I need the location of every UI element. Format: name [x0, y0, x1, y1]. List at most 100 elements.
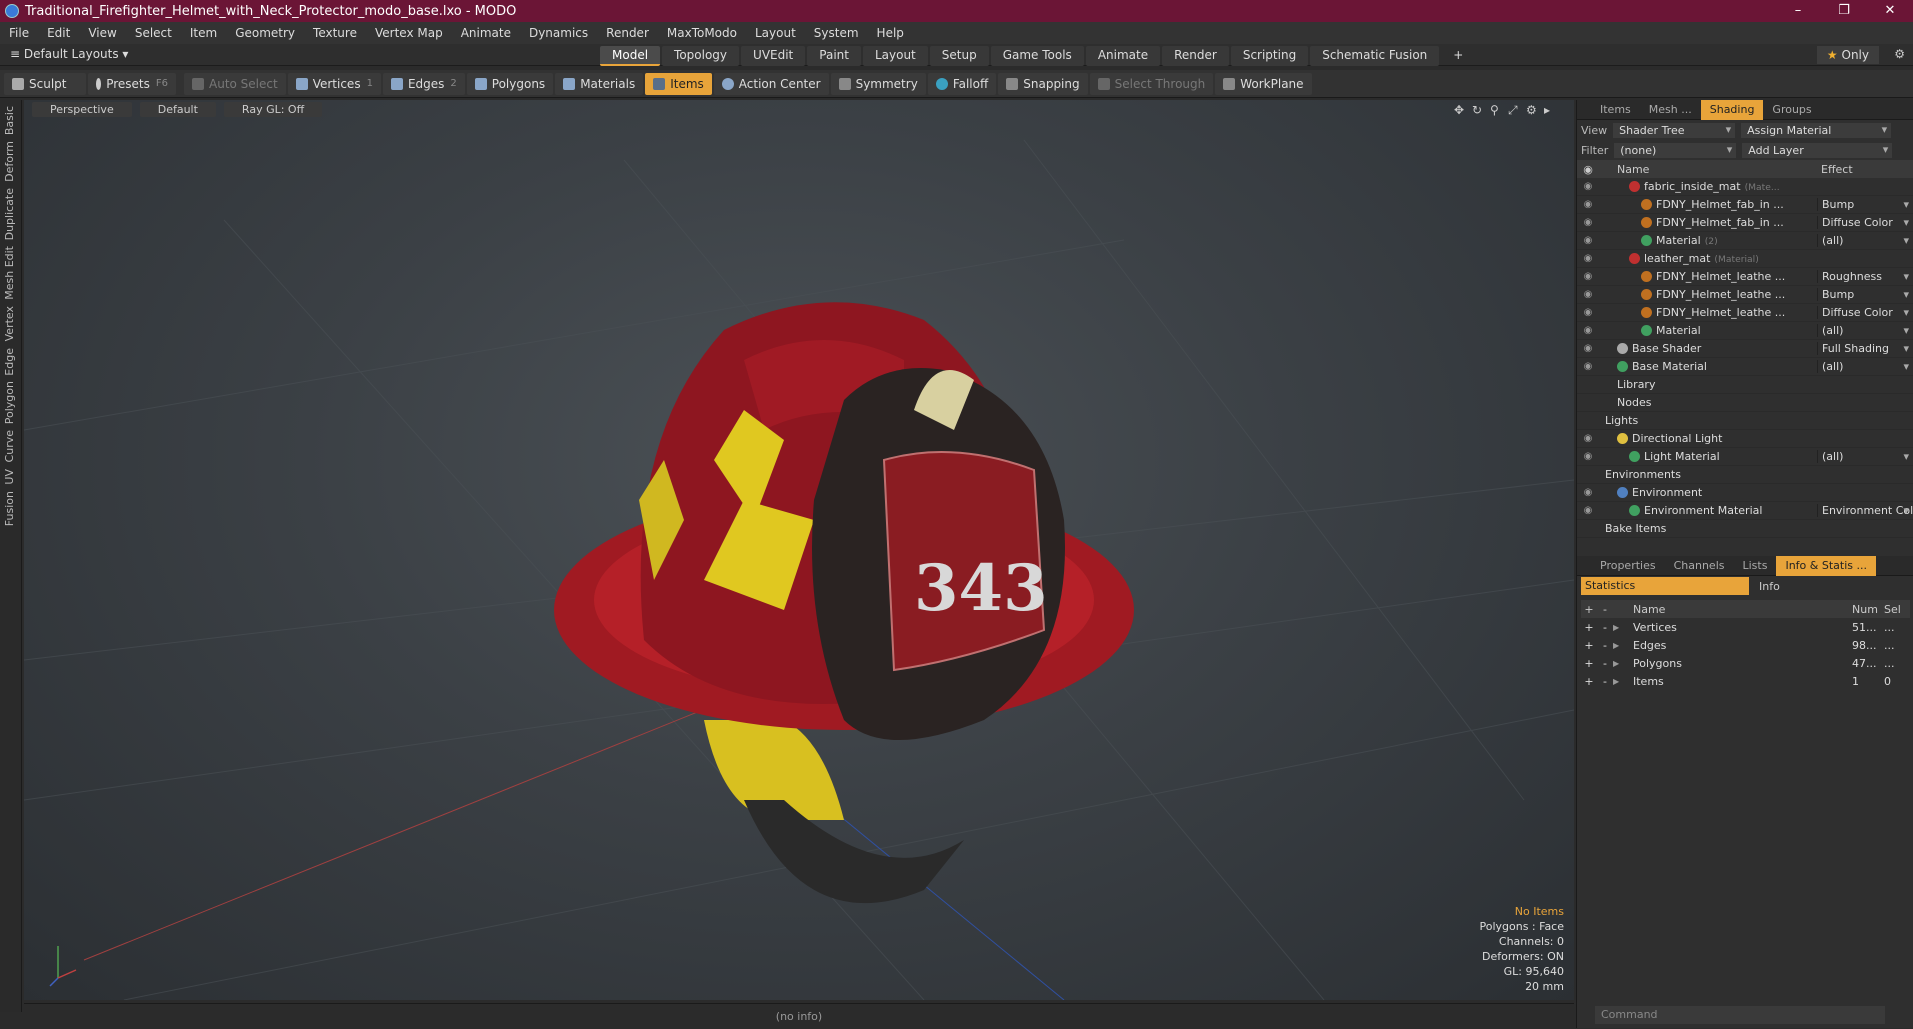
raygl-dropdown[interactable]: Ray GL: Off: [223, 102, 323, 117]
menu-edit[interactable]: Edit: [38, 26, 79, 40]
shader-tree-row[interactable]: ◉ FDNY_Helmet_fab_in ... Diffuse Color: [1577, 214, 1913, 232]
remove-icon[interactable]: -: [1597, 603, 1613, 616]
eye-icon[interactable]: ◉: [1577, 181, 1599, 192]
add-tab-icon[interactable]: +: [1441, 46, 1475, 66]
shader-tree-row[interactable]: ◉ Material (2) (all): [1577, 232, 1913, 250]
helmet-model[interactable]: 343: [554, 302, 1134, 904]
close-icon[interactable]: ✕: [1867, 0, 1913, 22]
tab-animate[interactable]: Animate: [1085, 46, 1161, 66]
symmetry-button[interactable]: Symmetry: [830, 72, 926, 95]
eye-icon[interactable]: ◉: [1577, 451, 1599, 462]
stat-row[interactable]: + - ▶ Vertices 51......: [1581, 618, 1910, 636]
menu-dynamics[interactable]: Dynamics: [520, 26, 597, 40]
remove-icon[interactable]: -: [1597, 657, 1613, 670]
remove-icon[interactable]: -: [1597, 621, 1613, 634]
shader-item-effect[interactable]: (all): [1817, 234, 1913, 247]
layouts-dropdown[interactable]: ≡ Default Layouts ▾: [10, 47, 128, 61]
eye-icon[interactable]: ◉: [1577, 343, 1599, 354]
left-tab-fusion[interactable]: Fusion: [3, 491, 16, 526]
eye-icon[interactable]: ◉: [1577, 289, 1599, 300]
menu-layout[interactable]: Layout: [746, 26, 805, 40]
add-layer-dropdown[interactable]: Add Layer: [1742, 142, 1893, 158]
assign-material-button[interactable]: Assign Material: [1741, 122, 1892, 138]
falloff-button[interactable]: Falloff: [927, 72, 997, 95]
menu-maxtomodo[interactable]: MaxToModo: [658, 26, 746, 40]
workplane-button[interactable]: WorkPlane: [1215, 72, 1312, 95]
stat-row[interactable]: + - ▶ Polygons 47......: [1581, 654, 1910, 672]
menu-select[interactable]: Select: [126, 26, 181, 40]
expand-arrow-icon[interactable]: ▶: [1613, 623, 1627, 632]
shader-item-effect[interactable]: Environment Col ...: [1817, 504, 1913, 517]
only-button[interactable]: ★ Only: [1816, 46, 1879, 64]
menu-item[interactable]: Item: [181, 26, 226, 40]
add-icon[interactable]: +: [1581, 621, 1597, 634]
left-tab-polygon[interactable]: Polygon: [3, 381, 16, 424]
menu-file[interactable]: File: [0, 26, 38, 40]
shading-tab-3[interactable]: Groups: [1763, 103, 1820, 116]
zoom-icon[interactable]: ⚲: [1490, 104, 1502, 116]
shader-tree-row[interactable]: ◉ Directional Light: [1577, 430, 1913, 448]
info-tab-0[interactable]: Properties: [1591, 559, 1665, 572]
shader-tree-row[interactable]: ◉ Light Material (all): [1577, 448, 1913, 466]
restore-icon[interactable]: ❐: [1821, 0, 1867, 22]
tab-schematic-fusion[interactable]: Schematic Fusion: [1310, 46, 1440, 66]
left-tab-deform[interactable]: Deform: [3, 141, 16, 182]
shader-tree-row[interactable]: ◉ Environment: [1577, 484, 1913, 502]
menu-animate[interactable]: Animate: [452, 26, 520, 40]
shader-tree-row[interactable]: ◉ leather_mat (Material): [1577, 250, 1913, 268]
shader-tree-row[interactable]: ◉ fabric_inside_mat (Mate...: [1577, 178, 1913, 196]
tab-paint[interactable]: Paint: [807, 46, 861, 66]
eye-icon[interactable]: ◉: [1577, 235, 1599, 246]
shading-tab-0[interactable]: Items: [1591, 103, 1640, 116]
shader-tree-row[interactable]: ◉ Environment Material Environment Col ...: [1577, 502, 1913, 520]
menu-render[interactable]: Render: [597, 26, 658, 40]
move-view-icon[interactable]: ✥: [1454, 104, 1466, 116]
menu-view[interactable]: View: [79, 26, 125, 40]
shader-item-effect[interactable]: Roughness: [1817, 270, 1913, 283]
info-tab-1[interactable]: Channels: [1665, 559, 1734, 572]
info-tab-2[interactable]: Lists: [1734, 559, 1777, 572]
shader-item-effect[interactable]: Full Shading: [1817, 342, 1913, 355]
shader-item-effect[interactable]: Bump: [1817, 198, 1913, 211]
auto-select-button[interactable]: Auto Select: [184, 72, 286, 95]
name-column-header[interactable]: Name: [1599, 163, 1817, 176]
menu-texture[interactable]: Texture: [304, 26, 366, 40]
settings-icon[interactable]: ⚙: [1526, 104, 1538, 116]
add-icon[interactable]: +: [1581, 657, 1597, 670]
tab-render[interactable]: Render: [1162, 46, 1229, 66]
vertices-button[interactable]: Vertices 1: [287, 72, 381, 95]
effect-column-header[interactable]: Effect: [1817, 163, 1913, 176]
left-tab-edge[interactable]: Edge: [3, 348, 16, 376]
shader-item-effect[interactable]: Diffuse Color: [1817, 306, 1913, 319]
gear-icon[interactable]: ⚙: [1894, 47, 1905, 61]
remove-icon[interactable]: -: [1597, 639, 1613, 652]
tab-layout[interactable]: Layout: [862, 46, 928, 66]
eye-icon[interactable]: ◉: [1577, 217, 1599, 228]
rotate-view-icon[interactable]: ↻: [1472, 104, 1484, 116]
minimize-icon[interactable]: –: [1775, 0, 1821, 22]
tab-game-tools[interactable]: Game Tools: [990, 46, 1084, 66]
tab-scripting[interactable]: Scripting: [1230, 46, 1309, 66]
statistics-tab[interactable]: Statistics: [1581, 577, 1749, 595]
tab-uvedit[interactable]: UVEdit: [741, 46, 806, 66]
left-tab-vertex[interactable]: Vertex: [3, 306, 16, 341]
command-input[interactable]: Command: [1595, 1006, 1885, 1024]
shader-tree-row[interactable]: Environments: [1577, 466, 1913, 484]
shader-item-effect[interactable]: Diffuse Color: [1817, 216, 1913, 229]
shader-item-effect[interactable]: (all): [1817, 360, 1913, 373]
tab-topology[interactable]: Topology: [662, 46, 740, 66]
eye-icon[interactable]: ◉: [1577, 271, 1599, 282]
eye-icon[interactable]: ◉: [1577, 361, 1599, 372]
eye-icon[interactable]: ◉: [1577, 307, 1599, 318]
info-tab[interactable]: Info: [1749, 580, 1780, 593]
action-center-button[interactable]: Action Center: [713, 72, 829, 95]
shader-tree-row[interactable]: ◉ Base Material (all): [1577, 358, 1913, 376]
menu-geometry[interactable]: Geometry: [226, 26, 304, 40]
shader-item-effect[interactable]: (all): [1817, 324, 1913, 337]
expand-arrow-icon[interactable]: ▶: [1613, 677, 1627, 686]
eye-icon[interactable]: ◉: [1577, 487, 1599, 498]
shader-tree-row[interactable]: Lights: [1577, 412, 1913, 430]
stat-row[interactable]: + - ▶ Edges 98......: [1581, 636, 1910, 654]
stat-row[interactable]: + - ▶ Items 1 0: [1581, 672, 1910, 690]
edges-button[interactable]: Edges 2: [382, 72, 465, 95]
